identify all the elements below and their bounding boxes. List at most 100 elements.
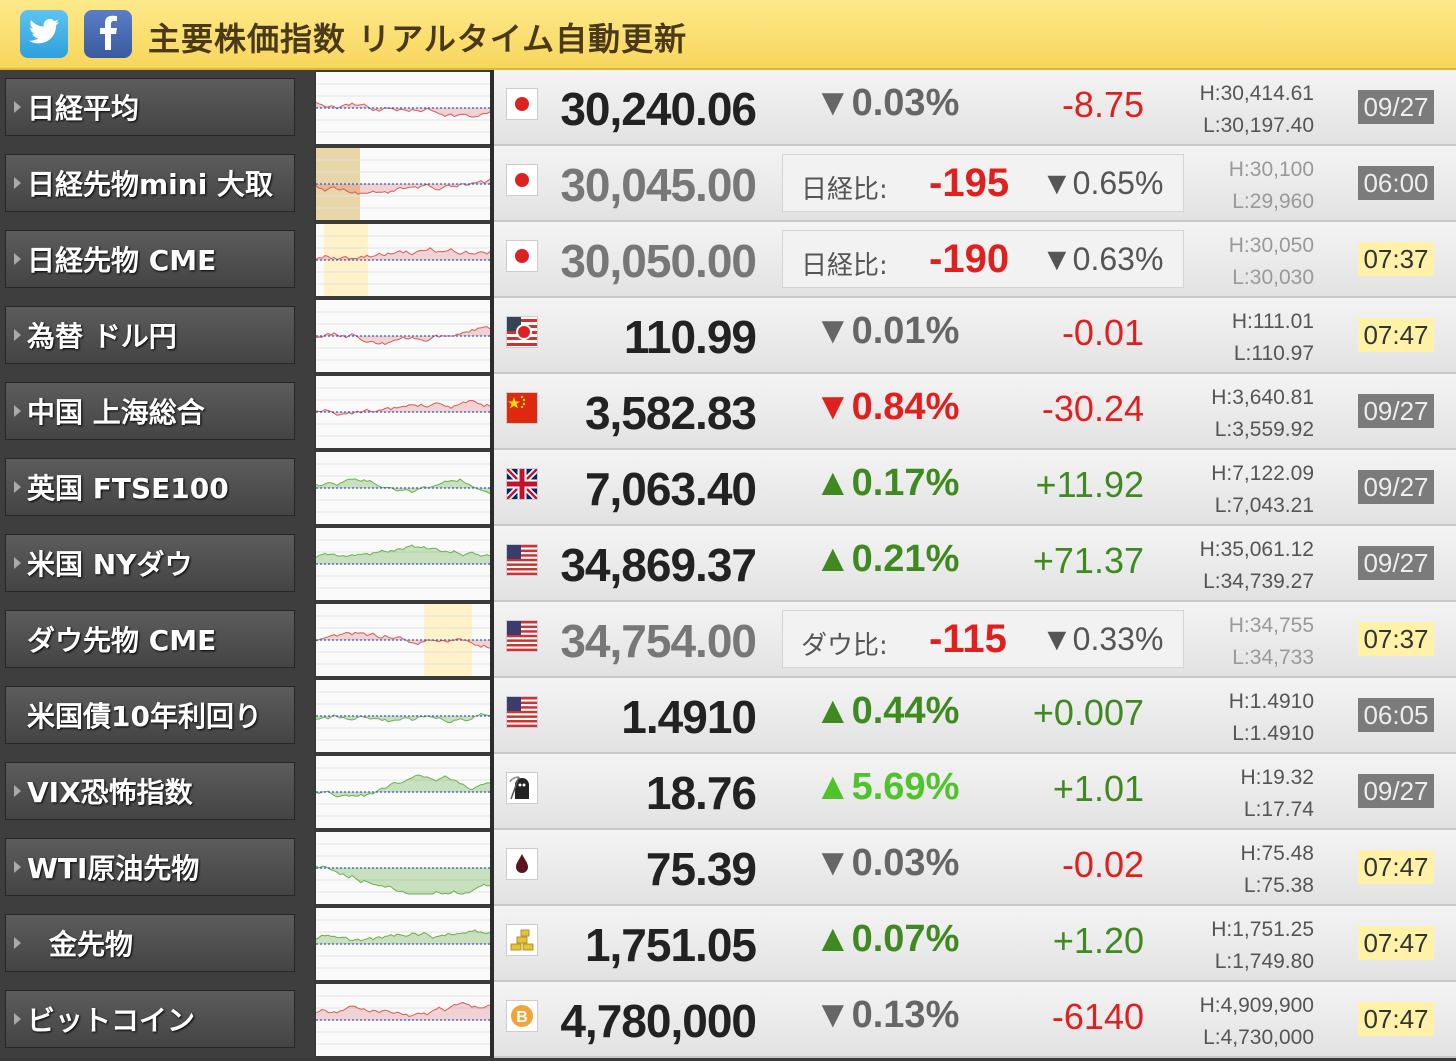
- update-time: 07:37: [1358, 242, 1434, 276]
- point-change: -0.02: [1061, 844, 1144, 885]
- percent-change: ▼0.84%: [814, 386, 960, 428]
- market-name-button[interactable]: ダウ先物 CME: [5, 610, 295, 668]
- triangle-right-icon: [14, 101, 21, 113]
- high-value: H:1,751.25: [1211, 918, 1314, 941]
- triangle-right-icon: [14, 861, 21, 873]
- triangle-right-icon: [14, 177, 21, 189]
- triangle-right-icon: [14, 329, 21, 341]
- high-value: H:30,414.61: [1199, 82, 1314, 105]
- update-time: 07:37: [1358, 622, 1434, 656]
- high-low: H:3,640.81 L:3,559.92: [1211, 382, 1314, 446]
- diff-label: ダウ比:: [801, 631, 888, 661]
- market-name-button[interactable]: 米国 NYダウ: [5, 534, 295, 592]
- market-name-label: ビットコイン: [27, 1004, 196, 1037]
- triangle-right-icon: [14, 253, 21, 265]
- market-name-button[interactable]: 金先物: [5, 914, 295, 972]
- high-low: H:30,414.61 L:30,197.40: [1200, 78, 1314, 142]
- diff-label: 日経比:: [801, 251, 888, 281]
- svg-text:B: B: [516, 1009, 528, 1026]
- percent-change: ▲0.21%: [814, 538, 960, 580]
- sparkline-chart[interactable]: [315, 452, 491, 524]
- sparkline-chart[interactable]: [315, 604, 491, 676]
- sparkline-chart[interactable]: [315, 756, 491, 828]
- price-value: 3,582.83: [584, 387, 757, 439]
- high-low: H:4,909,900 L:4,730,000: [1200, 990, 1314, 1054]
- market-name-button[interactable]: ビットコイン: [5, 990, 295, 1048]
- high-value: H:30,100: [1228, 158, 1314, 181]
- market-name-label: 中国 上海総合: [27, 396, 205, 429]
- japan-flag-icon: [506, 88, 538, 120]
- sparkline-chart[interactable]: [315, 908, 491, 980]
- market-name-button[interactable]: 英国 FTSE100: [5, 458, 295, 516]
- high-low: H:30,050 L:30,030: [1229, 230, 1314, 294]
- triangle-right-icon: [14, 937, 21, 949]
- market-name-button[interactable]: 日経平均: [5, 78, 295, 136]
- name-cell: WTI原油先物: [0, 830, 314, 906]
- name-cell: ダウ先物 CME: [0, 602, 314, 678]
- name-cell: 米国債10年利回り: [0, 678, 314, 754]
- market-name-button[interactable]: 米国債10年利回り: [5, 686, 295, 744]
- market-name-label: 英国 FTSE100: [27, 472, 229, 505]
- high-value: H:1.4910: [1228, 690, 1314, 713]
- triangle-right-icon: [14, 557, 21, 569]
- market-name-button[interactable]: WTI原油先物: [5, 838, 295, 896]
- market-row: ビットコイン B 4,780,000 ▼0.13% -6140 H:4,909,900 L:…: [0, 982, 1456, 1058]
- high-value: H:111.01: [1231, 310, 1314, 333]
- price-value: 30,050.00: [560, 235, 757, 287]
- percent-change: ▲0.17%: [814, 462, 960, 504]
- low-value: L:75.38: [1243, 874, 1314, 897]
- triangle-right-icon: [14, 785, 21, 797]
- market-name-button[interactable]: 中国 上海総合: [5, 382, 295, 440]
- sparkline-chart[interactable]: [315, 300, 491, 372]
- facebook-share-button[interactable]: [84, 10, 132, 58]
- low-value: L:30,197.40: [1203, 114, 1314, 137]
- low-value: L:1,749.80: [1214, 950, 1314, 973]
- market-name-label: 米国 NYダウ: [27, 548, 193, 581]
- market-name-button[interactable]: 日経先物 CME: [5, 230, 295, 288]
- twitter-bird-icon: [28, 18, 60, 51]
- percent-change: ▲0.44%: [814, 690, 960, 732]
- sparkline-chart[interactable]: [315, 72, 491, 144]
- market-name-button[interactable]: 日経先物mini 大取: [5, 154, 295, 212]
- low-value: L:1.4910: [1232, 722, 1314, 745]
- price-value: 4,780,000: [560, 995, 757, 1047]
- market-row: VIX恐怖指数 18.76 ▲5.69% +1.01 H:19.32 L:17.74 09/…: [0, 754, 1456, 830]
- market-row: ダウ先物 CME 34,754.00 ダウ比: -115 ▼0.33% H:34,755 L…: [0, 602, 1456, 678]
- triangle-right-icon: [14, 633, 21, 645]
- low-value: L:17.74: [1243, 798, 1314, 821]
- market-name-label: 為替 ドル円: [27, 320, 177, 353]
- market-name-button[interactable]: VIX恐怖指数: [5, 762, 295, 820]
- uk-flag-icon: [504, 466, 540, 502]
- gold-bars-icon: [506, 924, 538, 956]
- high-value: H:4,909,900: [1199, 994, 1314, 1017]
- sparkline-chart[interactable]: [315, 984, 491, 1056]
- price-value: 30,045.00: [560, 159, 757, 211]
- sparkline-chart[interactable]: [315, 680, 491, 752]
- sparkline-chart[interactable]: [315, 224, 491, 296]
- price-value: 18.76: [645, 767, 757, 819]
- point-change: +1.20: [1052, 920, 1144, 961]
- market-row: WTI原油先物 75.39 ▼0.03% -0.02 H:75.48 L:75.38 07:…: [0, 830, 1456, 906]
- sparkline-chart[interactable]: [315, 148, 491, 220]
- facebook-f-icon: [97, 14, 119, 55]
- name-cell: 日経平均: [0, 70, 314, 146]
- japan-flag-icon: [506, 164, 538, 196]
- high-low: H:1.4910 L:1.4910: [1229, 686, 1314, 750]
- price-value: 34,754.00: [560, 615, 757, 667]
- point-change: -6140: [1051, 996, 1144, 1037]
- market-name-button[interactable]: 為替 ドル円: [5, 306, 295, 364]
- update-time: 07:47: [1358, 318, 1434, 352]
- high-low: H:30,100 L:29,960: [1229, 154, 1314, 218]
- point-change: +71.37: [1032, 540, 1144, 581]
- percent-change: ▲5.69%: [814, 766, 960, 808]
- sparkline-chart[interactable]: [315, 832, 491, 904]
- name-cell: 米国 NYダウ: [0, 526, 314, 602]
- sparkline-chart[interactable]: [315, 376, 491, 448]
- triangle-right-icon: [14, 709, 21, 721]
- percent-change: ▼0.03%: [814, 842, 960, 884]
- price-value: 110.99: [623, 311, 757, 363]
- sparkline-chart[interactable]: [315, 528, 491, 600]
- market-name-label: 米国債10年利回り: [27, 700, 262, 733]
- market-row: 金先物 1,751.05 ▲0.07% +1.20 H:1,751.25 L:1,749.…: [0, 906, 1456, 982]
- twitter-share-button[interactable]: [20, 10, 68, 58]
